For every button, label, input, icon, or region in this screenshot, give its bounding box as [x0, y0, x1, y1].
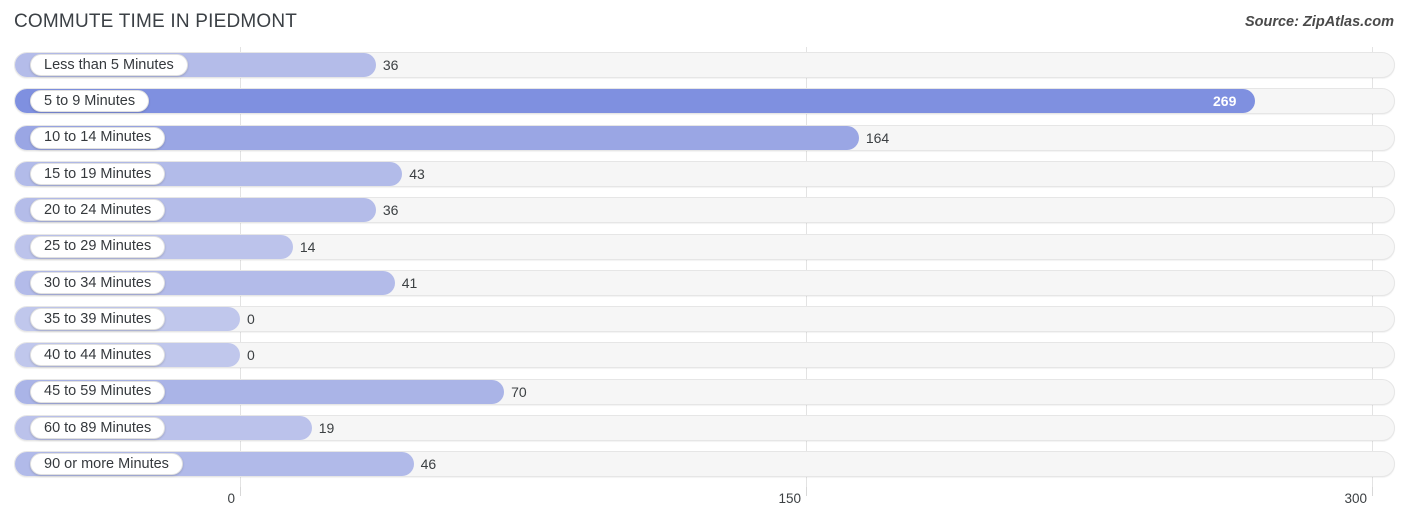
bar-value-label: 164 [865, 129, 890, 146]
chart-plot-area: Less than 5 Minutes 36 5 to 9 Minutes 269 10… [0, 47, 1406, 487]
category-label-pill: 90 or more Minutes [30, 453, 183, 476]
chart-row[interactable]: 40 to 44 Minutes 0 [14, 342, 1395, 369]
bar-value-label: 19 [318, 420, 335, 436]
chart-x-axis: 0 150 300 [0, 487, 1406, 523]
category-label-text: 20 to 24 Minutes [44, 201, 152, 218]
bar-value-label: 36 [382, 57, 399, 73]
source-attribution: Source: ZipAtlas.com [1244, 14, 1394, 30]
category-label-pill: 30 to 34 Minutes [30, 271, 166, 294]
chart-row[interactable]: 35 to 39 Minutes 0 [14, 306, 1395, 333]
page-title: COMMUTE TIME IN PIEDMONT [14, 11, 298, 32]
category-label-pill: 25 to 29 Minutes [30, 235, 166, 258]
category-label-text: 40 to 44 Minutes [44, 347, 152, 364]
category-label-text: 45 to 59 Minutes [44, 383, 152, 400]
chart-header: COMMUTE TIME IN PIEDMONT Source: ZipAtla… [0, 0, 1406, 44]
chart-row[interactable]: 60 to 89 Minutes 19 [14, 415, 1395, 441]
category-label-pill: 40 to 44 Minutes [30, 344, 166, 367]
axis-tick-mark [240, 487, 241, 496]
chart-row[interactable]: 20 to 24 Minutes 36 [14, 197, 1395, 224]
chart-row[interactable]: 10 to 14 Minutes 164 [14, 124, 1395, 151]
axis-tick-label: 0 [227, 491, 235, 506]
category-label-pill: 60 to 89 Minutes [30, 417, 166, 439]
bar-value-label: 46 [420, 456, 437, 473]
axis-tick-label: 300 [1344, 491, 1367, 506]
bar-value-label: 36 [382, 202, 399, 219]
bar-value-label: 70 [511, 383, 527, 400]
bar-value-label: 41 [401, 274, 418, 291]
category-label-pill: 15 to 19 Minutes [30, 162, 166, 185]
axis-tick-mark [806, 487, 807, 496]
chart-row[interactable]: 90 or more Minutes 46 [14, 451, 1395, 478]
category-label-text: 30 to 34 Minutes [44, 274, 152, 291]
bar-value-label: 0 [247, 311, 255, 328]
category-label-pill: 10 to 14 Minutes [30, 126, 166, 149]
category-label-pill: 45 to 59 Minutes [30, 380, 166, 403]
axis-tick-label: 150 [778, 491, 801, 506]
category-label-pill: 5 to 9 Minutes [30, 90, 150, 113]
value-bar[interactable] [15, 89, 1256, 114]
category-label-text: 60 to 89 Minutes [44, 419, 152, 436]
category-label-text: 25 to 29 Minutes [44, 238, 152, 255]
chart-row[interactable]: 5 to 9 Minutes 269 [14, 88, 1395, 115]
category-label-text: 35 to 39 Minutes [44, 310, 152, 327]
chart-row[interactable]: 25 to 29 Minutes 14 [14, 233, 1395, 260]
category-label-pill: Less than 5 Minutes [30, 54, 188, 76]
chart-row[interactable]: 30 to 34 Minutes 41 [14, 269, 1395, 296]
chart-bar-rows: Less than 5 Minutes 36 5 to 9 Minutes 269 10… [0, 47, 1406, 487]
category-label-text: 10 to 14 Minutes [44, 129, 152, 146]
category-label-text: 5 to 9 Minutes [44, 93, 136, 110]
chart-row[interactable]: 15 to 19 Minutes 43 [14, 160, 1395, 187]
chart-row[interactable]: 45 to 59 Minutes 70 [14, 378, 1395, 405]
bar-value-label: 14 [299, 238, 316, 255]
bar-value-label: 269 [1213, 93, 1237, 110]
category-label-text: Less than 5 Minutes [44, 56, 174, 73]
axis-tick-mark [1372, 487, 1373, 496]
category-label-text: 15 to 19 Minutes [44, 165, 152, 182]
chart-row[interactable]: Less than 5 Minutes 36 [14, 52, 1395, 78]
bar-value-label: 0 [247, 347, 255, 364]
category-label-pill: 20 to 24 Minutes [30, 199, 166, 222]
bar-value-label: 43 [409, 165, 425, 182]
category-label-pill: 35 to 39 Minutes [30, 308, 166, 331]
category-label-text: 90 or more Minutes [44, 456, 169, 473]
